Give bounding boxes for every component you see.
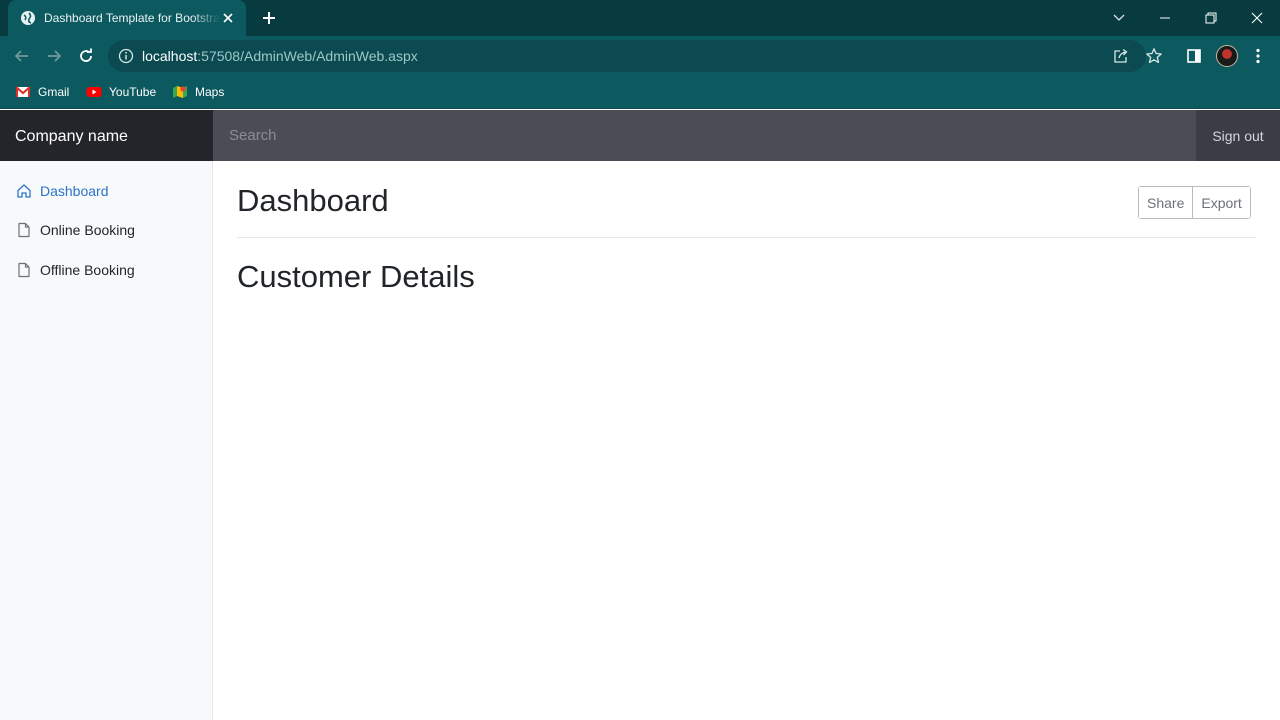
url-host: localhost [142,48,198,64]
youtube-icon [86,84,102,100]
globe-icon [20,10,36,26]
star-icon[interactable] [1145,47,1163,65]
sidebar-item-label: Offline Booking [40,262,135,278]
reload-icon [80,48,92,62]
url-path: :57508/AdminWeb/AdminWeb.aspx [197,48,418,64]
home-icon [16,183,32,199]
top-navbar: Company name Sign out [0,110,1280,161]
bookmarks-bar: Gmail YouTube Maps [0,76,1280,109]
share-button[interactable]: Share [1139,187,1193,218]
maps-icon [172,84,188,100]
sidebar-item-label: Online Booking [40,222,135,238]
close-icon[interactable] [220,10,236,26]
browser-tab[interactable]: Dashboard Template for Bootstrap [8,0,246,36]
sidebar-item-label: Dashboard [40,183,109,199]
tab-search-button[interactable] [1108,7,1130,29]
share-icon[interactable] [1113,48,1129,64]
bookmark-maps[interactable]: Maps [172,82,224,102]
sidebar-item-online-booking[interactable]: Online Booking [16,218,135,242]
sidebar-item-dashboard[interactable]: Dashboard [16,179,109,203]
new-tab-button[interactable] [259,8,279,28]
reload-button[interactable] [76,46,96,66]
arrow-left-icon [14,50,28,62]
info-icon[interactable] [118,48,134,64]
sidebar-item-offline-booking[interactable]: Offline Booking [16,258,135,282]
toolbar-button-group: Share Export [1138,186,1251,219]
side-panel-button[interactable] [1184,46,1204,66]
brand-link[interactable]: Company name [0,110,213,161]
header-divider [237,237,1256,238]
arrow-right-icon [48,50,62,62]
tab-title: Dashboard Template for Bootstrap [44,11,221,25]
browser-tab-strip: Dashboard Template for Bootstrap [0,0,1280,36]
forward-button[interactable] [44,46,64,66]
bookmark-label: YouTube [109,85,157,99]
restore-icon [1205,12,1217,24]
avatar[interactable] [1216,45,1238,67]
side-panel-icon [1187,49,1201,63]
close-icon [1251,12,1263,24]
page-title: Dashboard [237,183,389,218]
bookmark-label: Maps [195,85,225,99]
bookmark-gmail[interactable]: Gmail [15,82,69,102]
restore-button[interactable] [1200,7,1222,29]
plus-icon [263,12,275,24]
back-button[interactable] [12,46,32,66]
browser-toolbar: localhost:57508/AdminWeb/AdminWeb.aspx [0,36,1280,76]
file-icon [16,262,32,278]
kebab-menu-icon [1256,48,1260,64]
sign-out-link[interactable]: Sign out [1196,110,1280,161]
minimize-icon [1160,17,1170,19]
section-title: Customer Details [237,259,475,294]
minimize-button[interactable] [1154,7,1176,29]
address-bar[interactable]: localhost:57508/AdminWeb/AdminWeb.aspx [108,40,1162,72]
chevron-down-icon [1113,14,1125,21]
close-window-button[interactable] [1246,7,1268,29]
main-content: Dashboard Share Export Customer Details [213,161,1280,720]
bookmark-youtube[interactable]: YouTube [86,82,156,102]
export-button[interactable]: Export [1192,187,1250,218]
gmail-icon [15,84,31,100]
menu-button[interactable] [1248,46,1268,66]
file-icon [16,222,32,238]
search-input[interactable] [213,110,1196,161]
sidebar: Dashboard Online Booking Offline Booking [0,161,213,720]
url-text: localhost:57508/AdminWeb/AdminWeb.aspx [142,48,418,64]
bookmark-label: Gmail [38,85,70,99]
